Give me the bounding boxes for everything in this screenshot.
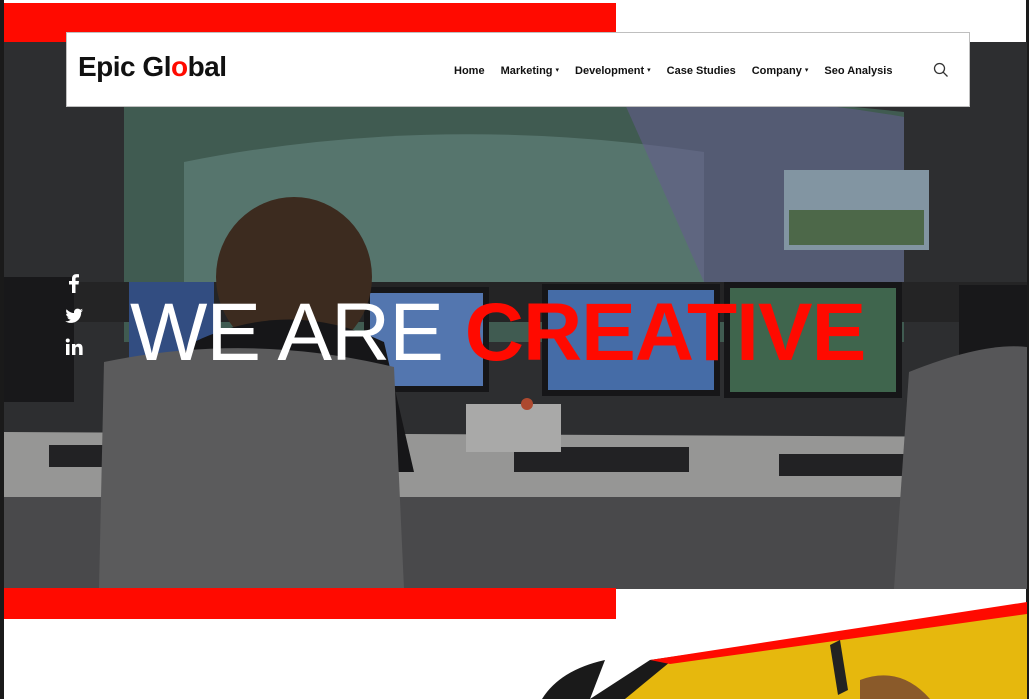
promo-image [542,602,1027,699]
main-nav: Home Marketing ▾ Development ▾ Case Stud… [454,33,908,108]
red-accent-band-bottom [4,588,616,619]
logo-text-accent: o [170,51,188,82]
nav-item-case-studies[interactable]: Case Studies [667,65,736,77]
site-logo[interactable]: Epic Global [78,51,227,83]
hero-headline-red: CREATIVE [464,287,867,378]
nav-item-label: Development [575,64,645,77]
linkedin-icon[interactable] [64,336,84,358]
logo-text-part1: Epic Gl [78,51,171,82]
nav-item-label: Case Studies [666,64,736,77]
nav-item-marketing[interactable]: Marketing ▾ [501,65,559,77]
hero-headline-white: WE ARE [130,287,444,378]
chevron-down-icon: ▾ [647,66,651,74]
nav-item-label: Marketing [500,64,553,77]
nav-item-label: Seo Analysis [824,64,893,77]
nav-item-label: Home [454,64,485,77]
search-icon[interactable] [933,62,949,78]
nav-item-development[interactable]: Development ▾ [575,65,651,77]
social-links [64,272,86,368]
nav-item-company[interactable]: Company ▾ [752,65,809,77]
chevron-down-icon: ▾ [804,66,809,74]
nav-item-seo-analysis[interactable]: Seo Analysis [824,65,892,77]
hero-headline: WE ARE CREATIVE [130,287,867,378]
logo-text-part2: bal [187,51,227,82]
nav-item-label: Company [751,64,802,77]
site-header: Epic Global Home Marketing ▾ Development… [66,32,970,107]
twitter-icon[interactable] [64,304,84,326]
facebook-icon[interactable] [64,272,84,294]
chevron-down-icon: ▾ [555,66,560,74]
nav-item-home[interactable]: Home [454,65,485,77]
